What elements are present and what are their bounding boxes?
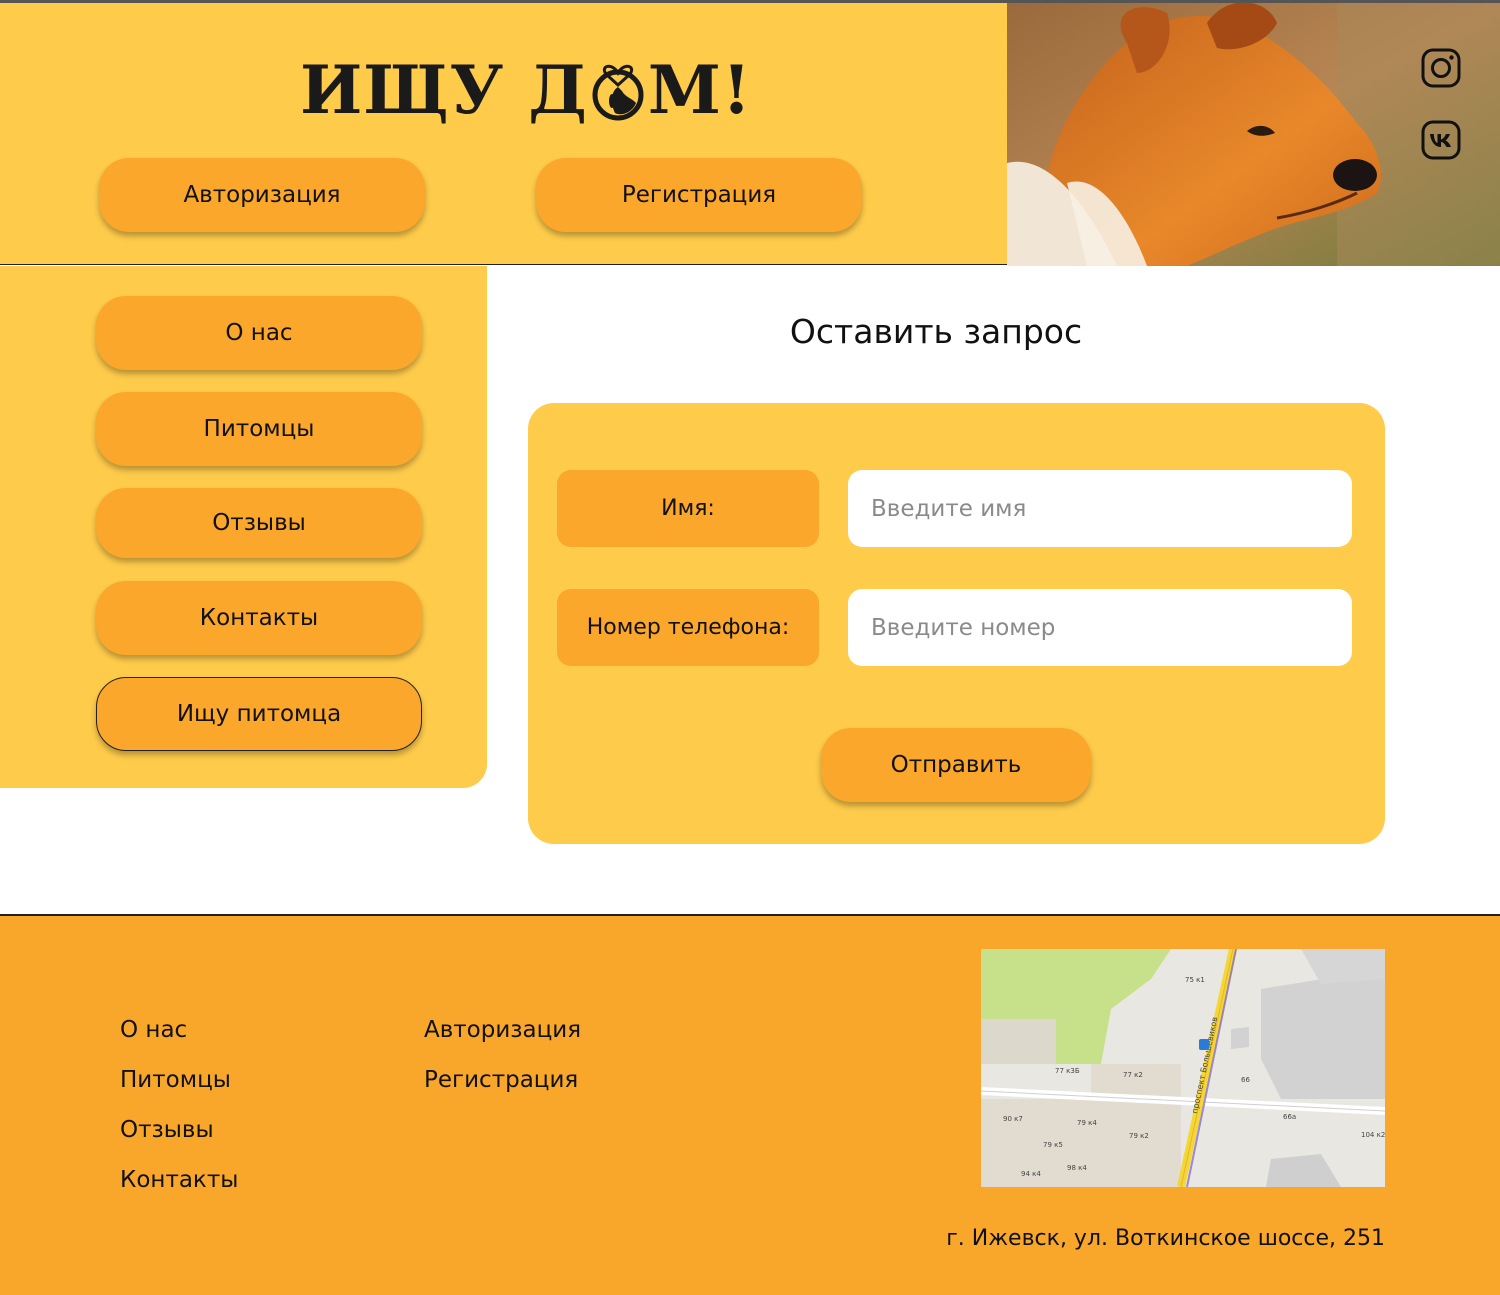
submit-button[interactable]: Отправить: [821, 728, 1091, 802]
register-button[interactable]: Регистрация: [536, 158, 862, 232]
footer-link-contacts[interactable]: Контакты: [120, 1167, 238, 1193]
request-form: Имя: Номер телефона: Отправить: [528, 403, 1385, 844]
map-label: 75 к1: [1185, 976, 1205, 984]
footer-link-auth[interactable]: Авторизация: [424, 1017, 581, 1043]
footer: О нас Питомцы Отзывы Контакты Авторизаци…: [0, 914, 1500, 1295]
phone-input[interactable]: [848, 589, 1352, 666]
map-label: 77 к3Б: [1055, 1067, 1080, 1075]
sidebar: О нас Питомцы Отзывы Контакты Ищу питомц…: [0, 266, 487, 788]
location-map[interactable]: 75 к1 77 к3Б 77 к2 66 90 к7 79 к4 79 к2 …: [981, 949, 1385, 1187]
map-label: 104 к2: [1361, 1131, 1385, 1139]
phone-label: Номер телефона:: [557, 589, 819, 666]
logo-text-end: М!: [647, 51, 752, 129]
bus-stop-icon: [1199, 1039, 1209, 1050]
sidebar-item-about[interactable]: О нас: [96, 296, 422, 370]
map-label: 79 к5: [1043, 1141, 1063, 1149]
page-title: Оставить запрос: [789, 312, 1083, 351]
map-label: 77 к2: [1123, 1071, 1143, 1079]
name-label: Имя:: [557, 470, 819, 547]
map-label: 90 к7: [1003, 1115, 1023, 1123]
map-label: 98 к4: [1067, 1164, 1087, 1172]
header: ИЩУ Д М! Авторизация Регистрация: [0, 0, 1500, 266]
map-label: 66: [1241, 1076, 1250, 1084]
footer-link-reviews[interactable]: Отзывы: [120, 1117, 214, 1143]
site-logo[interactable]: ИЩУ Д М!: [300, 51, 752, 129]
address-text: г. Ижевск, ул. Воткинское шоссе, 251: [946, 1226, 1385, 1251]
sidebar-item-pets[interactable]: Питомцы: [96, 392, 422, 466]
footer-link-pets[interactable]: Питомцы: [120, 1067, 231, 1093]
map-label: 94 к4: [1021, 1170, 1041, 1178]
sidebar-item-contacts[interactable]: Контакты: [96, 581, 422, 655]
sidebar-item-looking-for-pet[interactable]: Ищу питомца: [96, 677, 422, 751]
sidebar-item-reviews[interactable]: Отзывы: [96, 488, 422, 558]
name-input[interactable]: [848, 470, 1352, 547]
vk-icon[interactable]: [1421, 120, 1461, 160]
auth-button[interactable]: Авторизация: [99, 158, 425, 232]
map-label: 66а: [1283, 1113, 1296, 1121]
map-label: 79 к4: [1077, 1119, 1097, 1127]
map-label: 79 к2: [1129, 1132, 1149, 1140]
footer-link-register[interactable]: Регистрация: [424, 1067, 578, 1093]
footer-link-about[interactable]: О нас: [120, 1017, 187, 1043]
instagram-icon[interactable]: [1421, 48, 1461, 88]
heart-paw-logo-icon: [592, 64, 644, 121]
logo-text-start: ИЩУ Д: [300, 51, 588, 129]
